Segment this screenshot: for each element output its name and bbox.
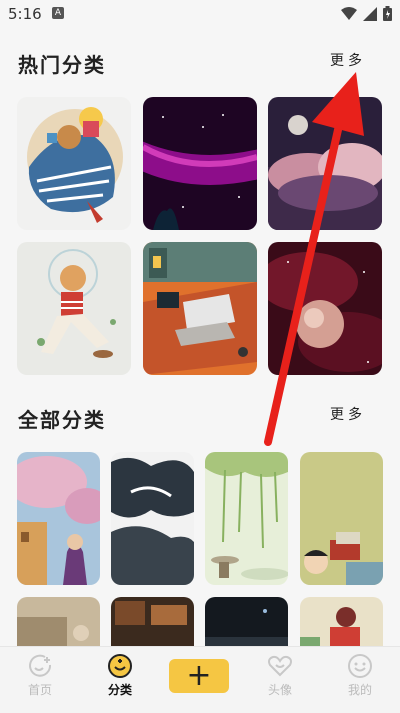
status-time: 5:16 — [8, 5, 42, 23]
hot-categories-title: 热门分类 — [18, 53, 106, 77]
all-categories-title: 全部分类 — [18, 408, 106, 432]
nav-mine-label: 我的 — [347, 683, 372, 697]
hot-thumb-6[interactable] — [268, 242, 382, 375]
status-bar: 5:16 A — [0, 0, 400, 28]
desk-room-illustration — [143, 242, 257, 375]
all-thumb-3[interactable] — [205, 452, 288, 585]
hot-thumb-2[interactable] — [143, 97, 257, 230]
willow-umbrella-illustration — [205, 452, 288, 585]
crayon-boy-illustration — [300, 452, 383, 585]
status-icons — [341, 6, 392, 21]
nav-avatar-label: 头像 — [267, 683, 292, 697]
heart-avatar-icon — [268, 655, 292, 677]
bottom-nav: 首页 分类 + 头像 我的 — [0, 646, 400, 713]
signal-icon — [363, 6, 377, 21]
cherry-blossom-illustration — [17, 452, 100, 585]
hot-thumb-5[interactable] — [143, 242, 257, 375]
nav-category-label: 分类 — [107, 683, 132, 697]
ink-painting-image — [111, 452, 194, 585]
hot-thumb-4[interactable] — [17, 242, 131, 375]
all-more-button[interactable]: 更多 — [330, 404, 366, 424]
nav-avatar[interactable]: 头像 — [250, 653, 310, 698]
profile-smile-icon — [348, 654, 372, 678]
nav-category[interactable]: 分类 — [90, 653, 150, 698]
home-smile-icon — [29, 654, 52, 677]
all-thumb-2[interactable] — [111, 452, 194, 585]
red-nebula-planet-image — [268, 242, 382, 375]
plus-icon: + — [186, 658, 212, 693]
nav-home[interactable]: 首页 — [10, 653, 70, 698]
girl-blanket-illustration — [17, 97, 131, 230]
nav-mine[interactable]: 我的 — [330, 653, 390, 698]
hot-thumb-1[interactable] — [17, 97, 131, 230]
purple-galaxy-image — [143, 97, 257, 230]
wifi-icon — [341, 6, 357, 20]
hot-more-button[interactable]: 更多 — [330, 50, 366, 70]
all-thumb-1[interactable] — [17, 452, 100, 585]
category-smile-icon — [108, 654, 132, 678]
nav-home-label: 首页 — [27, 683, 52, 697]
add-button[interactable]: + — [169, 658, 229, 693]
hot-thumb-3[interactable] — [268, 97, 382, 230]
battery-icon — [383, 6, 392, 21]
notification-icon: A — [52, 7, 64, 19]
all-thumb-4[interactable] — [300, 452, 383, 585]
cloud-planet-image — [268, 97, 382, 230]
girl-fishbowl-illustration — [17, 242, 131, 375]
